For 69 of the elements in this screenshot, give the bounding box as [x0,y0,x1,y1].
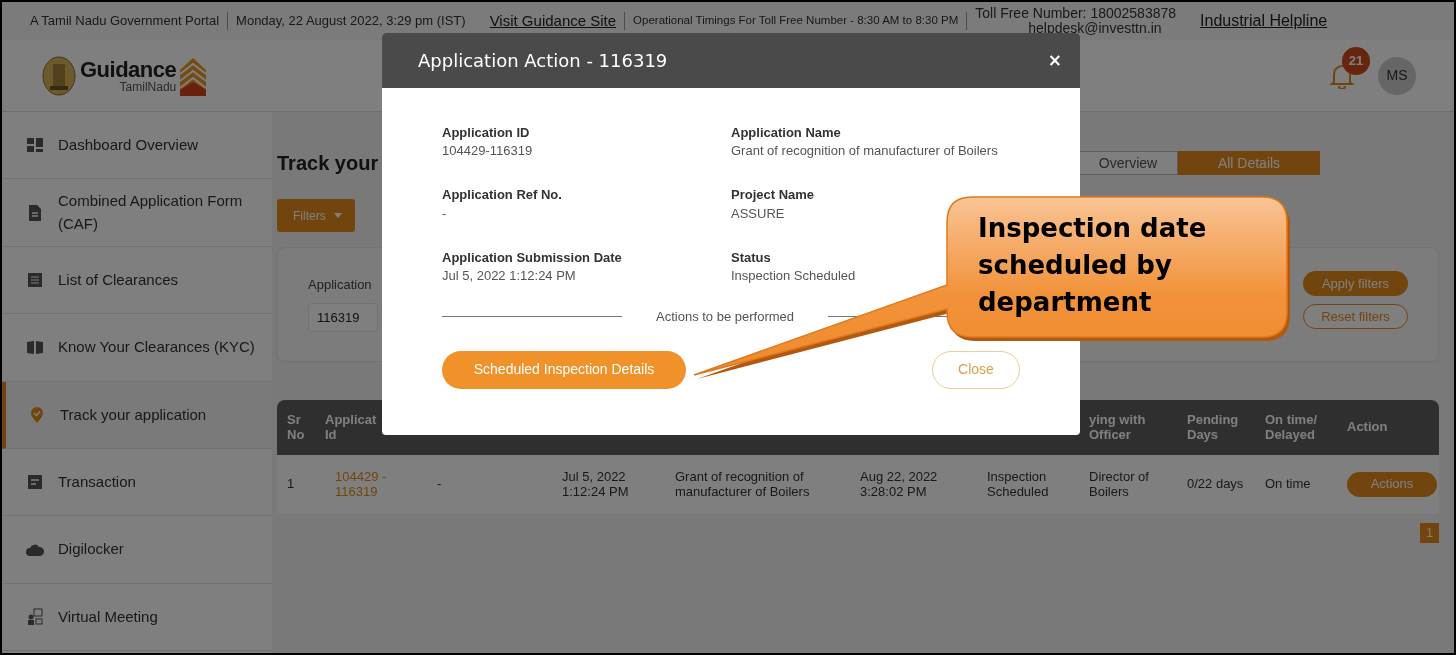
sidebar-item[interactable]: Virtual Meeting [2,583,272,652]
field-value: - [442,204,448,223]
view-tab[interactable]: Overview [1078,151,1178,175]
field-label: Application Submission Date [442,248,623,267]
timings-text: Operational Timings For Toll Free Number - 8:30 AM to 8:30 PM [633,13,959,29]
table-cell-text: Grant of recognition of manufacturer of Boilers [674,470,811,499]
field-value: Inspection Scheduled [731,266,857,285]
table-cell-text: Jul 5, 2022 1:12:24 PM [561,470,630,499]
table-cell-text: On time [1264,477,1312,492]
field-value: Grant of recognition of manufacturer of Boilers [731,142,999,161]
sidebar-item[interactable]: Track your application [2,381,272,449]
sidebar-item[interactable]: Digilocker [2,516,272,584]
column-header: Action [1346,420,1389,435]
table-cell-text: 0/22 days [1186,477,1245,492]
avatar[interactable]: MS [1378,56,1416,95]
actions-button[interactable]: Actions [1347,472,1437,497]
dashboard-icon [26,136,44,155]
field-label: Application Ref No. [442,186,563,205]
table-cell-text: Aug 22, 2022 3:28:02 PM [859,470,939,499]
meeting-icon [26,607,44,626]
column-header: Applicat Id [325,413,378,442]
receipt-icon [26,473,44,492]
emblem-icon [42,55,76,96]
email-text: helpdesk@investtn.in [1027,21,1163,36]
book-icon [26,338,44,357]
toll-free-text: Toll Free Number: 18002583878 [975,6,1177,21]
document-icon [26,203,44,222]
scheduled-inspection-button[interactable]: Scheduled Inspection Details [442,350,686,389]
field-label: Application Name [731,124,842,142]
field-value: Jul 5, 2022 1:12:24 PM [442,266,577,285]
apply-filters-button[interactable]: Apply filters [1303,271,1408,296]
table-cell-text: 1 [286,477,296,492]
guidance-site-link[interactable]: Visit Guidance Site [489,9,617,33]
divider-text: Actions to be performed [656,308,795,327]
close-icon[interactable]: × [1047,47,1062,74]
field-label: Project Name [731,186,816,205]
sidebar-item[interactable]: Dashboard Overview [2,112,272,180]
application-input[interactable]: 116319 [308,302,378,332]
helpline-link[interactable]: Industrial Helpline [1200,9,1328,33]
table-cell-text: - [436,477,443,492]
callout-text: Inspection date scheduled by department [978,212,1208,319]
filters-button[interactable]: Filters [277,199,355,232]
filter-label: Application [308,276,372,294]
sidebar-item[interactable]: Combined Application Form (CAF) [2,179,272,247]
date-time-text: Monday, 22 August 2022, 3:29 pm (IST) [236,12,466,31]
application-id-link[interactable]: 104429 - 116319 [325,470,427,499]
logo-subtitle: TamilNadu [118,80,177,93]
column-header: ying with Officer [1088,413,1147,442]
table-cell-text: Inspection Scheduled [986,470,1050,499]
table-cell-text: Director of Boilers [1088,470,1150,499]
logo-title: Guidance [80,58,177,81]
field-label: Application ID [442,124,531,142]
caret-icon [333,213,342,218]
close-button[interactable]: Close [932,350,1020,389]
column-header: Sr No [286,413,306,442]
field-value: ASSURE [731,204,786,223]
notification-count: 21 [1342,46,1370,75]
list-icon [26,270,44,289]
page-title: Track your [277,151,379,176]
portal-text: A Tamil Nadu Government Portal [30,12,220,31]
modal-title: Application Action - 116319 [418,49,668,73]
logo-stripes-icon [180,55,207,96]
sidebar-item[interactable]: Know Your Clearances (KYC) [2,314,272,382]
column-header: On time/ Delayed [1264,413,1318,442]
location-pin-icon [28,405,46,424]
field-value: 104429-116319 [442,142,534,161]
sidebar-item[interactable]: Transaction [2,448,272,517]
column-header: Pending Days [1186,413,1240,442]
sidebar-item[interactable]: List of Clearances [2,246,272,315]
